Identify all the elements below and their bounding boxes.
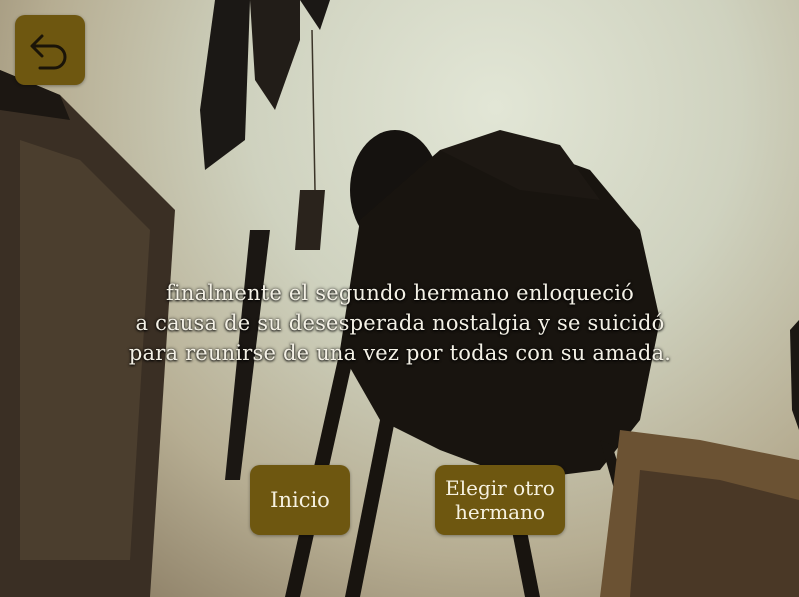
- return-arrow-icon: [30, 34, 67, 70]
- choose-other-brother-label: Elegir otro hermano: [445, 476, 555, 524]
- narration-line: a causa de su desesperada nostalgia y se…: [135, 311, 665, 335]
- inicio-button-label: Inicio: [270, 488, 330, 512]
- story-narration: finalmente el segundo hermano enloqueció…: [80, 278, 720, 368]
- choose-label-line: Elegir otro: [445, 476, 555, 500]
- narration-line: finalmente el segundo hermano enloqueció: [165, 281, 635, 305]
- choose-other-brother-button[interactable]: Elegir otro hermano: [435, 465, 565, 535]
- choose-label-line: hermano: [454, 500, 546, 524]
- inicio-button[interactable]: Inicio: [250, 465, 350, 535]
- back-button[interactable]: [15, 15, 85, 85]
- game-scene: finalmente el segundo hermano enloqueció…: [0, 0, 799, 597]
- narration-line: para reunirse de una vez por todas con s…: [128, 341, 672, 365]
